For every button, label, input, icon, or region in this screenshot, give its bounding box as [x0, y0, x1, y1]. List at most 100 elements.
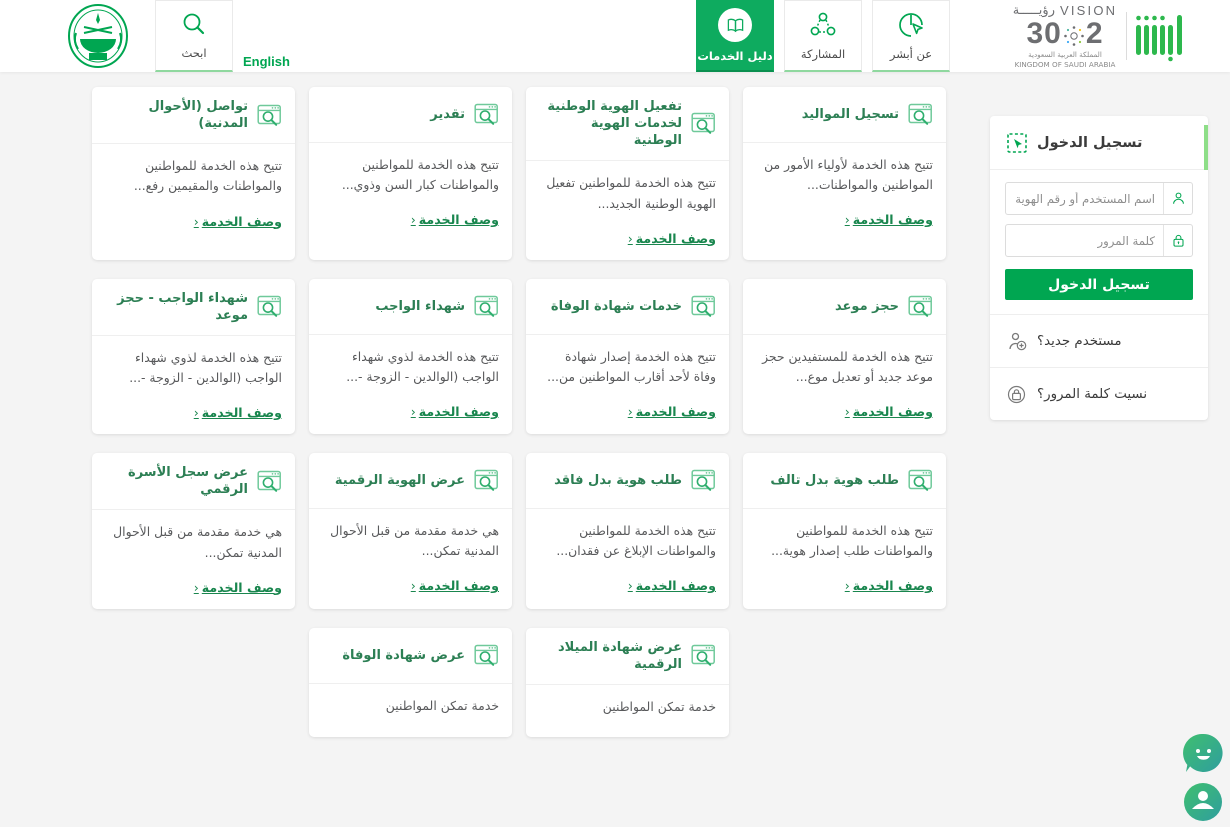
absher-logo[interactable] [1134, 9, 1194, 64]
service-description-link-label: وصف الخدمة [418, 578, 499, 594]
service-description-link[interactable]: وصف الخدمة‹ [411, 404, 499, 419]
search-button[interactable]: ابحث [155, 0, 233, 72]
new-user-link[interactable]: مستخدم جديد؟ [990, 314, 1208, 367]
service-card-header: تواصل (الأحوال المدنية) [92, 87, 295, 145]
service-card-body: هي خدمة مقدمة من قبل الأحوال المدنية تمك… [309, 509, 512, 561]
user-icon [1163, 183, 1192, 214]
service-card-title: طلب هوية بدل فاقد [554, 473, 682, 489]
language-toggle-english[interactable]: English [243, 54, 290, 69]
service-card-title: طلب هوية بدل تالف [770, 473, 899, 489]
vision-emblem-dot [1063, 23, 1085, 46]
chat-smiley-icon[interactable] [1181, 731, 1226, 776]
services-card-grid: إصدار تفويض لشخص آخر وذل...وصف الخدمة‹وا… [70, 0, 950, 756]
service-card-header: طلب هوية بدل تالف [743, 453, 946, 510]
service-description-link[interactable]: وصف الخدمة‹ [845, 404, 933, 419]
service-card-title: عرض سجل الأسرة الرقمي [128, 465, 248, 498]
service-description-link-label: وصف الخدمة [852, 578, 933, 594]
window-search-icon [474, 294, 499, 319]
service-card-title: خدمات شهادة الوفاة [550, 298, 682, 314]
top-header-bar: ابحث English دليل الخدمات المشاركة عن أب… [0, 0, 1230, 72]
window-search-icon [691, 643, 716, 668]
service-card-body: تتيح هذه الخدمة لذوي شهداء الواجب (الوال… [92, 336, 295, 388]
service-card[interactable]: شهداء الواجب - حجز موعد تتيح هذه الخدمة ل… [92, 278, 295, 435]
chevron-left-icon: ‹ [193, 213, 199, 229]
window-search-icon [691, 468, 716, 493]
service-card-header: شهداء الواجب [309, 279, 512, 335]
service-description-link-label: وصف الخدمة [418, 212, 499, 228]
service-card[interactable]: تسجيل المواليد تتيح هذه الخدمة لأولياء ال… [743, 87, 946, 260]
nav-item-about-absher[interactable]: عن أبشر [872, 0, 950, 72]
service-card-body: تتيح هذه الخدمة إصدار شهادة وفاة لأحد أق… [526, 335, 729, 387]
service-card-description: تتيح هذه الخدمة للمواطنين تفعيل الهوية ا… [546, 175, 716, 211]
nav-item-services-guide[interactable]: دليل الخدمات [696, 0, 774, 72]
window-search-icon [908, 102, 933, 127]
service-description-link[interactable]: وصف الخدمة‹ [845, 212, 933, 227]
service-card[interactable]: عرض الهوية الرقمية هي خدمة مقدمة من قبل ا… [309, 453, 512, 609]
service-card-title: عرض شهادة الوفاة [342, 647, 465, 663]
service-card-description: تتيح هذه الخدمة لذوي شهداء الواجب (الوال… [346, 348, 499, 384]
service-card-header: شهداء الواجب - حجز موعد [92, 279, 295, 336]
window-search-icon [908, 294, 933, 319]
service-card-description: خدمة تمكن المواطنين [385, 697, 499, 713]
service-card-title: شهداء الواجب - حجز موعد [117, 290, 248, 323]
service-card-footer: وصف الخدمة‹ [526, 214, 729, 260]
service-description-link[interactable]: وصف الخدمة‹ [194, 214, 282, 229]
service-card[interactable]: حجز موعد تتيح هذه الخدمة للمستفيدين حجز م… [743, 278, 946, 435]
service-description-link[interactable]: وصف الخدمة‹ [628, 578, 716, 593]
username-input[interactable] [1006, 183, 1163, 214]
chevron-left-icon: ‹ [627, 230, 633, 246]
service-card-title: تسجيل المواليد [801, 106, 899, 122]
service-card-footer: وصف الخدمة‹ [92, 197, 295, 243]
service-card[interactable]: عرض شهادة الوفاة خدمة تمكن المواطنين [309, 627, 512, 737]
forgot-password-link[interactable]: نسيت كلمة المرور؟ [990, 367, 1208, 420]
service-card[interactable]: خدمات شهادة الوفاة تتيح هذه الخدمة إصدار … [526, 278, 729, 435]
service-card-header: طلب هوية بدل فاقد [526, 453, 729, 510]
service-card-header: تقدير [309, 87, 512, 143]
window-search-icon [474, 468, 499, 493]
service-card[interactable]: طلب هوية بدل فاقد تتيح هذه الخدمة للمواطن… [526, 453, 729, 609]
service-card[interactable]: شهداء الواجب تتيح هذه الخدمة لذوي شهداء ا… [309, 278, 512, 435]
service-card-description: هي خدمة مقدمة من قبل الأحوال المدنية تمك… [113, 524, 282, 560]
page-content: إصدار تفويض لشخص آخر وذل...وصف الخدمة‹وا… [0, 0, 1230, 821]
service-card-description: تتيح هذه الخدمة لذوي شهداء الواجب (الوال… [129, 349, 282, 386]
password-input[interactable] [1006, 225, 1163, 256]
service-card[interactable]: تقدير تتيح هذه الخدمة للمواطنين والمواطنا… [309, 87, 512, 260]
service-description-link-label: وصف الخدمة [852, 212, 933, 228]
service-description-link[interactable]: وصف الخدمة‹ [411, 578, 499, 593]
service-card-description: تتيح هذه الخدمة للمواطنين والمواطنات الإ… [556, 523, 716, 559]
share-icon [808, 10, 838, 40]
chevron-left-icon: ‹ [844, 212, 850, 228]
service-card[interactable]: عرض سجل الأسرة الرقمي هي خدمة مقدمة من قب… [92, 453, 295, 609]
login-submit-button[interactable]: تسجيل الدخول [1005, 269, 1193, 300]
service-card[interactable]: تواصل (الأحوال المدنية) تتيح هذه الخدمة ل… [92, 87, 295, 260]
service-description-link[interactable]: وصف الخدمة‹ [628, 404, 716, 419]
service-card[interactable]: طلب هوية بدل تالف تتيح هذه الخدمة للمواطن… [743, 453, 946, 609]
chat-agent-icon[interactable] [1182, 781, 1224, 823]
nav-item-participation[interactable]: المشاركة [784, 0, 862, 72]
window-search-icon [908, 468, 933, 493]
service-card[interactable]: عرض شهادة الميلاد الرقمية خدمة تمكن الموا… [526, 627, 729, 737]
service-card-description: تتيح هذه الخدمة للمواطنين والمواطنات وال… [133, 158, 282, 194]
service-card-title: شهداء الواجب [375, 298, 465, 314]
service-description-link[interactable]: وصف الخدمة‹ [845, 578, 933, 593]
service-card-title: تفعيل الهوية الوطنية لخدمات الهوية الوطن… [547, 99, 682, 149]
chevron-left-icon: ‹ [627, 403, 633, 419]
service-card[interactable]: تفعيل الهوية الوطنية لخدمات الهوية الوطن… [526, 87, 729, 260]
service-description-link[interactable]: وصف الخدمة‹ [194, 580, 282, 595]
login-form: تسجيل الدخول [990, 170, 1208, 314]
service-description-link-label: وصف الخدمة [418, 403, 499, 419]
service-card-header: عرض الهوية الرقمية [309, 453, 512, 510]
service-description-link[interactable]: وصف الخدمة‹ [411, 212, 499, 227]
service-description-link[interactable]: وصف الخدمة‹ [194, 405, 282, 420]
new-user-label: مستخدم جديد؟ [1037, 334, 1122, 349]
forgot-password-label: نسيت كلمة المرور؟ [1037, 387, 1148, 402]
service-card-description: تتيح هذه الخدمة للمواطنين والمواطنات طلب… [771, 523, 933, 559]
chevron-left-icon: ‹ [193, 405, 199, 421]
lock-icon [1163, 225, 1192, 256]
vision-word-latin: VISION [1059, 3, 1118, 18]
vision-word-arabic: رؤيـــــة [1012, 3, 1055, 18]
service-card-footer: وصف الخدمة‹ [526, 387, 729, 433]
service-description-link[interactable]: وصف الخدمة‹ [628, 231, 716, 246]
window-search-icon [257, 294, 282, 319]
service-card-footer: وصف الخدمة‹ [92, 563, 295, 609]
